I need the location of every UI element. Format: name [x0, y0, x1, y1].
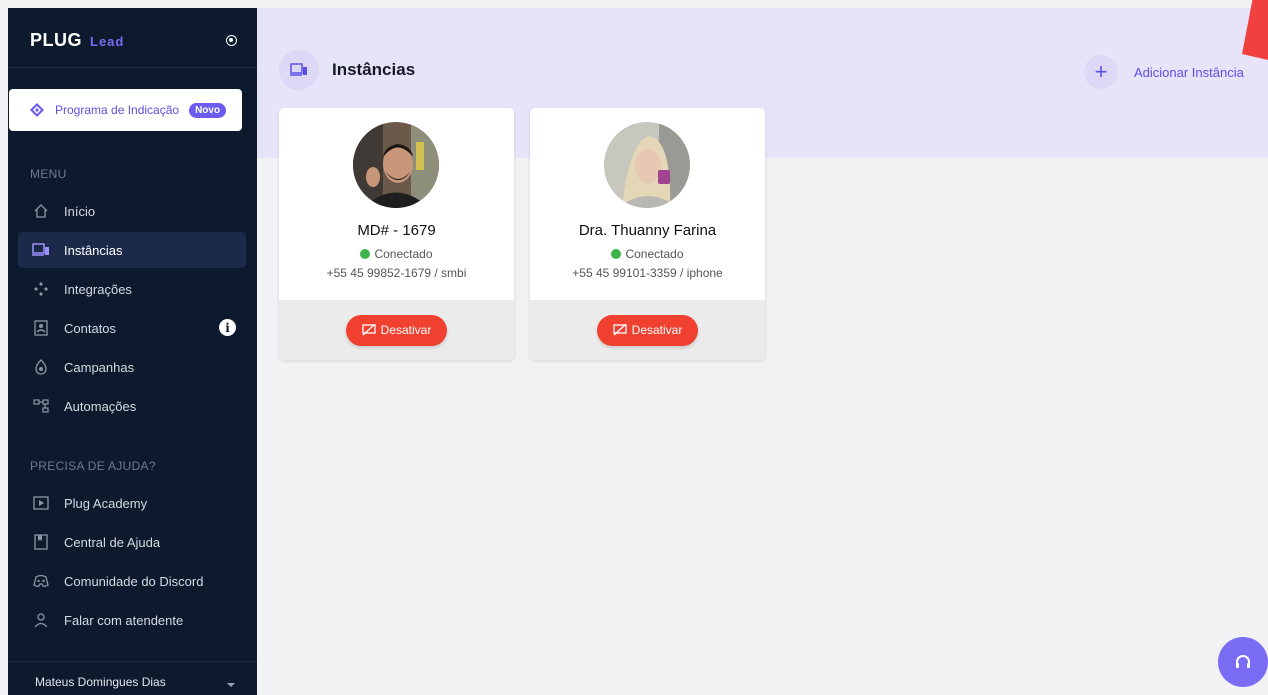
card-footer: Desativar	[279, 300, 514, 360]
instance-phone: +55 45 99101-3359 / iphone	[572, 266, 723, 280]
screen-off-icon	[362, 324, 376, 336]
sidebar-item-central-ajuda[interactable]: Central de Ajuda	[18, 524, 246, 560]
deactivate-button[interactable]: Desativar	[345, 314, 448, 346]
sidebar-item-inicio[interactable]: Início	[18, 193, 246, 229]
sidebar-item-label: Central de Ajuda	[64, 534, 161, 550]
brand-name: PLUG	[30, 30, 83, 50]
book-icon	[32, 533, 50, 551]
sidebar: PLUG Lead Programa de Indicação Novo MEN…	[8, 8, 257, 695]
info-icon[interactable]: i	[219, 319, 236, 336]
devices-icon	[32, 241, 50, 259]
status-text: Conectado	[374, 247, 433, 261]
sidebar-item-label: Campanhas	[64, 359, 135, 375]
handshake-icon	[30, 103, 44, 117]
sidebar-item-falar-atendente[interactable]: Falar com atendente	[18, 602, 246, 638]
avatar	[353, 122, 439, 208]
instance-name: Dra. Thuanny Farina	[578, 222, 717, 239]
support-chat-button[interactable]	[1218, 637, 1268, 687]
menu-section-title: MENU	[30, 167, 67, 181]
add-instance-label: Adicionar Instância	[1134, 64, 1244, 80]
sidebar-item-label: Integrações	[64, 281, 132, 297]
divider	[8, 67, 257, 68]
automation-icon	[32, 397, 50, 415]
page-title: Instâncias	[332, 60, 416, 79]
deactivate-label: Desativar	[380, 323, 432, 337]
sidebar-item-label: Plug Academy	[64, 495, 148, 511]
instance-card: MD# - 1679 Conectado +55 45 99852-1679 /…	[279, 108, 514, 360]
sidebar-item-label: Falar com atendente	[64, 612, 184, 628]
card-footer: Desativar	[530, 300, 765, 360]
avatar	[604, 122, 690, 208]
status-text: Conectado	[625, 247, 684, 261]
contacts-icon	[32, 319, 50, 337]
sidebar-item-instancias[interactable]: Instâncias	[18, 232, 246, 268]
referral-label: Programa de Indicação	[55, 103, 180, 117]
deactivate-button[interactable]: Desativar	[596, 314, 699, 346]
chevron-down-icon	[227, 683, 235, 687]
deactivate-label: Desativar	[631, 323, 683, 337]
headset-icon	[1236, 655, 1250, 668]
add-instance-button[interactable]: + Adicionar Instância	[1084, 55, 1244, 89]
status-dot-icon	[360, 249, 371, 259]
sidebar-item-label: Automações	[64, 398, 137, 414]
sidebar-item-integracoes[interactable]: Integrações	[18, 271, 246, 307]
play-icon	[32, 494, 50, 512]
new-badge: Novo	[189, 102, 227, 118]
referral-program-button[interactable]: Programa de Indicação Novo	[9, 89, 242, 131]
campaign-icon	[32, 358, 50, 376]
status-badge: Conectado	[530, 247, 765, 261]
status-badge: Conectado	[279, 247, 514, 261]
home-icon	[32, 202, 50, 220]
help-section-title: PRECISA DE AJUDA?	[30, 459, 156, 473]
discord-icon	[32, 572, 50, 590]
sidebar-item-contatos[interactable]: Contatos i	[18, 310, 246, 346]
instance-name: MD# - 1679	[357, 222, 436, 239]
user-menu[interactable]: Mateus Domingues Dias	[8, 661, 257, 695]
person-icon	[32, 611, 50, 629]
sidebar-item-label: Contatos	[64, 320, 117, 336]
sidebar-item-label: Instâncias	[64, 242, 123, 258]
instance-phone: +55 45 99852-1679 / smbi	[326, 266, 467, 280]
brand-sub: Lead	[90, 34, 125, 49]
sidebar-item-label: Início	[64, 203, 96, 219]
sidebar-item-discord[interactable]: Comunidade do Discord	[18, 563, 246, 599]
screen-off-icon	[613, 324, 627, 336]
status-dot-icon	[611, 249, 622, 259]
sidebar-item-automacoes[interactable]: Automações	[18, 388, 246, 424]
sidebar-item-label: Comunidade do Discord	[64, 573, 204, 589]
sidebar-toggle-icon[interactable]	[226, 35, 237, 46]
instance-card: Dra. Thuanny Farina Conectado +55 45 991…	[530, 108, 765, 360]
user-name: Mateus Domingues Dias	[35, 674, 166, 689]
page-header: Instâncias	[279, 50, 415, 90]
plus-icon: +	[1084, 55, 1118, 89]
brand-logo[interactable]: PLUG Lead	[30, 30, 124, 51]
sidebar-item-plug-academy[interactable]: Plug Academy	[18, 485, 246, 521]
devices-icon	[279, 50, 319, 90]
sidebar-item-campanhas[interactable]: Campanhas	[18, 349, 246, 385]
integrations-icon	[32, 280, 50, 298]
